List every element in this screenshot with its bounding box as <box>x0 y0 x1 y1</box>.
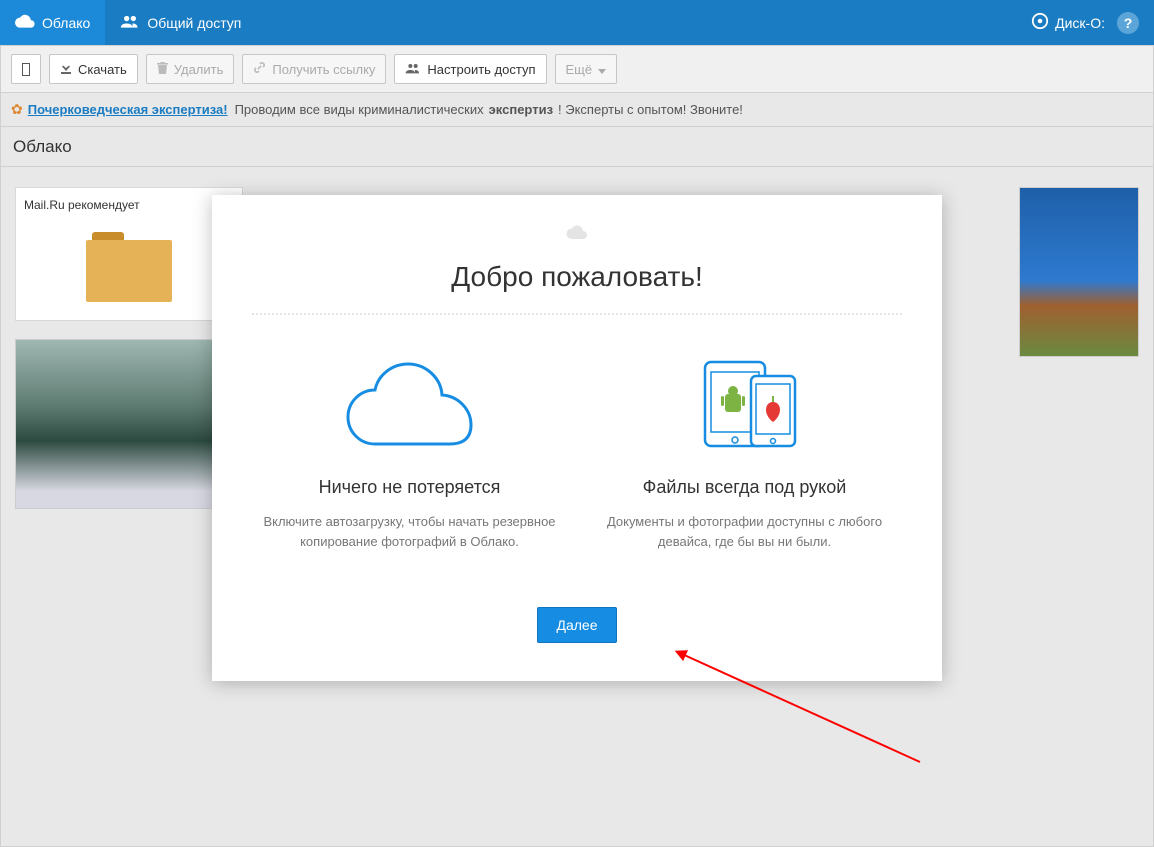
feature-backup-body: Включите автозагрузку, чтобы начать резе… <box>262 512 557 551</box>
devices-icon <box>597 349 892 459</box>
welcome-modal: Добро пожаловать! Ничего не потеряется В… <box>212 195 942 681</box>
feature-mobile: Файлы всегда под рукой Документы и фотог… <box>587 349 902 551</box>
divider <box>252 313 902 315</box>
cloud-small-icon <box>252 225 902 245</box>
next-button[interactable]: Далее <box>537 607 616 643</box>
modal-title: Добро пожаловать! <box>252 261 902 293</box>
feature-backup-title: Ничего не потеряется <box>262 477 557 498</box>
cloud-outline-icon <box>262 349 557 459</box>
feature-mobile-body: Документы и фотографии доступны с любого… <box>597 512 892 551</box>
feature-mobile-title: Файлы всегда под рукой <box>597 477 892 498</box>
feature-backup: Ничего не потеряется Включите автозагруз… <box>252 349 567 551</box>
modal-overlay: Добро пожаловать! Ничего не потеряется В… <box>0 0 1154 845</box>
